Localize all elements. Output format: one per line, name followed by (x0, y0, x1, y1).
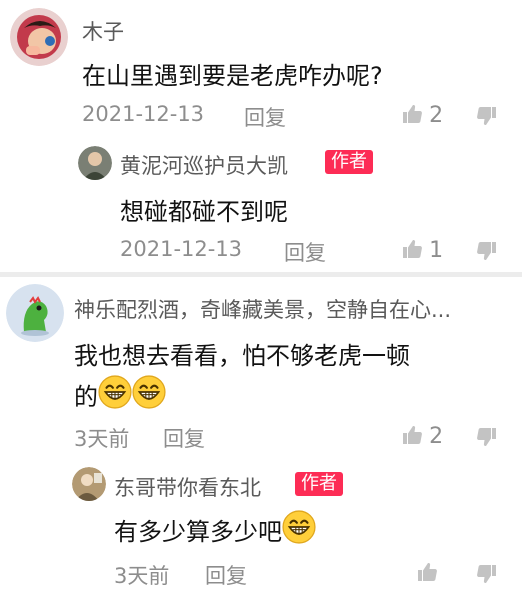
thumbs-up-icon (400, 237, 424, 261)
user-avatar-icon (72, 467, 106, 501)
avatar[interactable] (10, 8, 68, 66)
user-avatar-icon (10, 8, 68, 66)
reply-username[interactable]: 东哥带你看东北 (114, 472, 261, 502)
like-count: 1 (429, 238, 444, 263)
comment-text: 在山里遇到要是老虎咋办呢? (82, 62, 383, 90)
like-button[interactable]: 1 (400, 237, 443, 265)
reply-text: 想碰都碰不到呢 (120, 198, 288, 226)
author-badge: 作者 (325, 150, 373, 174)
grinning-face-emoji (132, 375, 166, 409)
user-avatar-icon (78, 146, 112, 180)
comment-text: 我也想去看看，怕不够老虎一顿 (74, 342, 410, 370)
like-button[interactable]: 2 (400, 102, 443, 130)
author-badge: 作者 (295, 472, 343, 496)
reply-button[interactable]: 回复 (205, 560, 247, 590)
reply-avatar[interactable] (72, 467, 106, 501)
reply-button[interactable]: 回复 (244, 102, 286, 132)
comment-date: 2021-12-13 (82, 102, 205, 126)
thumbs-down-icon[interactable] (475, 239, 499, 263)
reply-date: 3天前 (114, 564, 170, 588)
thumbs-up-icon (400, 102, 424, 126)
comment-text: 的 (74, 383, 98, 411)
like-count: 2 (429, 103, 444, 128)
reply-text: 有多少算多少吧 (114, 518, 282, 546)
like-button[interactable] (415, 560, 439, 588)
comment-date: 3天前 (74, 427, 130, 451)
grinning-face-emoji (282, 510, 316, 544)
user-avatar-icon (6, 284, 64, 342)
reply-date: 2021-12-13 (120, 237, 243, 261)
thumbs-up-icon (400, 423, 424, 447)
thumbs-down-icon[interactable] (475, 104, 499, 128)
thumbs-down-icon[interactable] (475, 425, 499, 449)
comment-text-line2: 的 (74, 375, 166, 412)
comment-divider (0, 272, 522, 277)
reply-avatar[interactable] (78, 146, 112, 180)
comment-username[interactable]: 神乐配烈酒，奇峰藏美景，空静自在心... (74, 294, 451, 324)
comment-username[interactable]: 木子 (82, 16, 124, 46)
thumbs-up-icon (415, 560, 439, 584)
reply-button[interactable]: 回复 (284, 237, 326, 267)
reply-text-line: 有多少算多少吧 (114, 510, 316, 547)
avatar[interactable] (6, 284, 64, 342)
reply-username[interactable]: 黄泥河巡护员大凯 (120, 150, 288, 180)
like-button[interactable]: 2 (400, 423, 443, 451)
thumbs-down-icon[interactable] (475, 562, 499, 586)
reply-button[interactable]: 回复 (163, 423, 205, 453)
like-count: 2 (429, 424, 444, 449)
grinning-face-emoji (98, 375, 132, 409)
